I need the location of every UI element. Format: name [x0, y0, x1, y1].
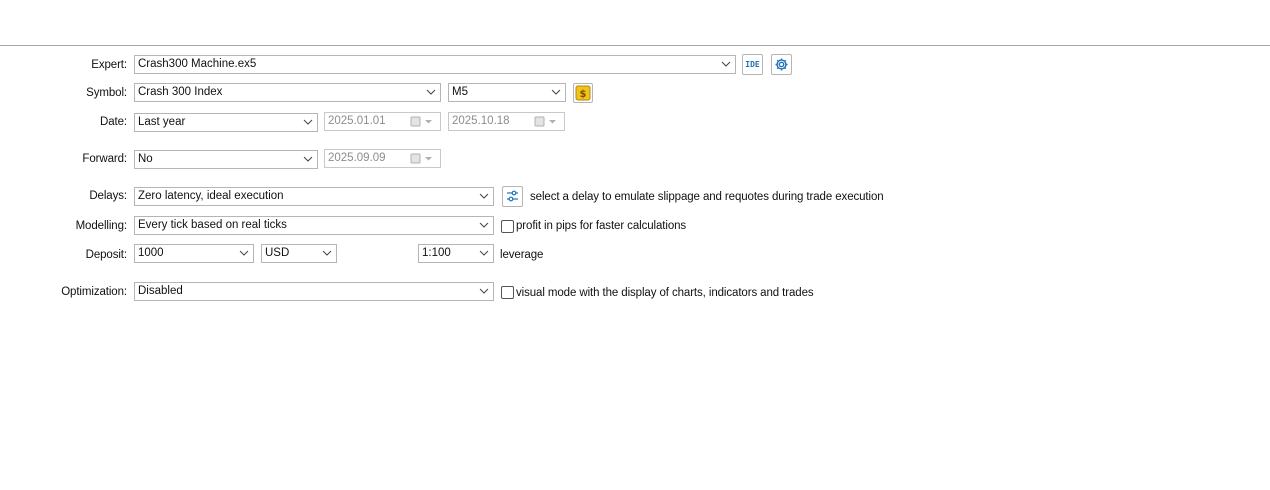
visual-mode-label: visual mode with the display of charts, …	[516, 287, 814, 299]
leverage-value: 1:100	[422, 247, 451, 259]
symbol-select[interactable]: Crash 300 Index	[134, 83, 441, 102]
timeframe-select[interactable]: M5	[448, 83, 566, 102]
chevron-down-icon	[303, 119, 313, 125]
delays-value: Zero latency, ideal execution	[138, 190, 284, 202]
profit-in-pips-label: profit in pips for faster calculations	[516, 220, 687, 232]
chevron-down-icon	[303, 156, 313, 162]
date-range-select[interactable]: Last year	[134, 113, 318, 132]
date-to-picker[interactable]: 2025.10.18	[448, 112, 565, 131]
date-from-value: 2025.01.01	[328, 115, 386, 127]
symbol-label: Symbol:	[86, 87, 127, 99]
calendar-icon	[534, 116, 556, 127]
chevron-down-icon	[721, 61, 731, 67]
gear-icon	[775, 58, 788, 71]
modelling-select[interactable]: Every tick based on real ticks	[134, 216, 494, 235]
sliders-icon	[507, 190, 518, 202]
forward-date-value: 2025.09.09	[328, 152, 386, 164]
optimization-select[interactable]: Disabled	[134, 282, 494, 301]
date-to-value: 2025.10.18	[452, 115, 510, 127]
expert-select[interactable]: Crash300 Machine.ex5	[134, 55, 736, 74]
chevron-down-icon	[322, 250, 332, 256]
forward-value: No	[138, 153, 153, 165]
leverage-select[interactable]: 1:100	[418, 244, 494, 263]
deposit-value: 1000	[138, 247, 164, 259]
optimization-value: Disabled	[138, 285, 183, 297]
delays-settings-button[interactable]	[502, 186, 523, 207]
timeframe-value: M5	[452, 86, 468, 98]
chevron-down-icon	[479, 222, 489, 228]
coin-icon: $	[575, 85, 591, 101]
currency-value: USD	[265, 247, 290, 259]
expert-settings-button[interactable]	[771, 54, 792, 75]
currency-select[interactable]: USD	[261, 244, 337, 263]
chevron-down-icon	[479, 288, 489, 294]
symbol-value: Crash 300 Index	[138, 86, 223, 98]
date-from-picker[interactable]: 2025.01.01	[324, 112, 441, 131]
forward-select[interactable]: No	[134, 150, 318, 169]
expert-label: Expert:	[91, 59, 127, 71]
date-range-value: Last year	[138, 116, 186, 128]
deposit-label: Deposit:	[85, 249, 127, 261]
forward-label: Forward:	[82, 153, 127, 165]
chevron-down-icon	[426, 89, 436, 95]
chevron-down-icon	[239, 250, 249, 256]
calendar-icon	[410, 153, 432, 164]
modelling-label: Modelling:	[75, 220, 128, 232]
top-divider	[0, 45, 1270, 46]
deposit-select[interactable]: 1000	[134, 244, 254, 263]
delays-hint: select a delay to emulate slippage and r…	[530, 191, 884, 203]
date-label: Date:	[100, 116, 127, 128]
profit-in-pips-checkbox[interactable]	[501, 220, 514, 233]
calendar-icon	[410, 116, 432, 127]
forward-date-picker[interactable]: 2025.09.09	[324, 149, 441, 168]
chevron-down-icon	[479, 250, 489, 256]
svg-text:$: $	[580, 89, 587, 100]
visual-mode-checkbox[interactable]	[501, 286, 514, 299]
delays-label: Delays:	[89, 190, 127, 202]
modelling-value: Every tick based on real ticks	[138, 219, 287, 231]
chevron-down-icon	[551, 89, 561, 95]
optimization-label: Optimization:	[61, 286, 127, 298]
delays-select[interactable]: Zero latency, ideal execution	[134, 187, 494, 206]
expert-value: Crash300 Machine.ex5	[138, 58, 257, 70]
ide-button-label: IDE	[745, 60, 760, 69]
symbol-spec-button[interactable]: $	[573, 83, 593, 103]
ide-button[interactable]: IDE	[742, 54, 763, 75]
chevron-down-icon	[479, 193, 489, 199]
leverage-label: leverage	[500, 249, 544, 261]
